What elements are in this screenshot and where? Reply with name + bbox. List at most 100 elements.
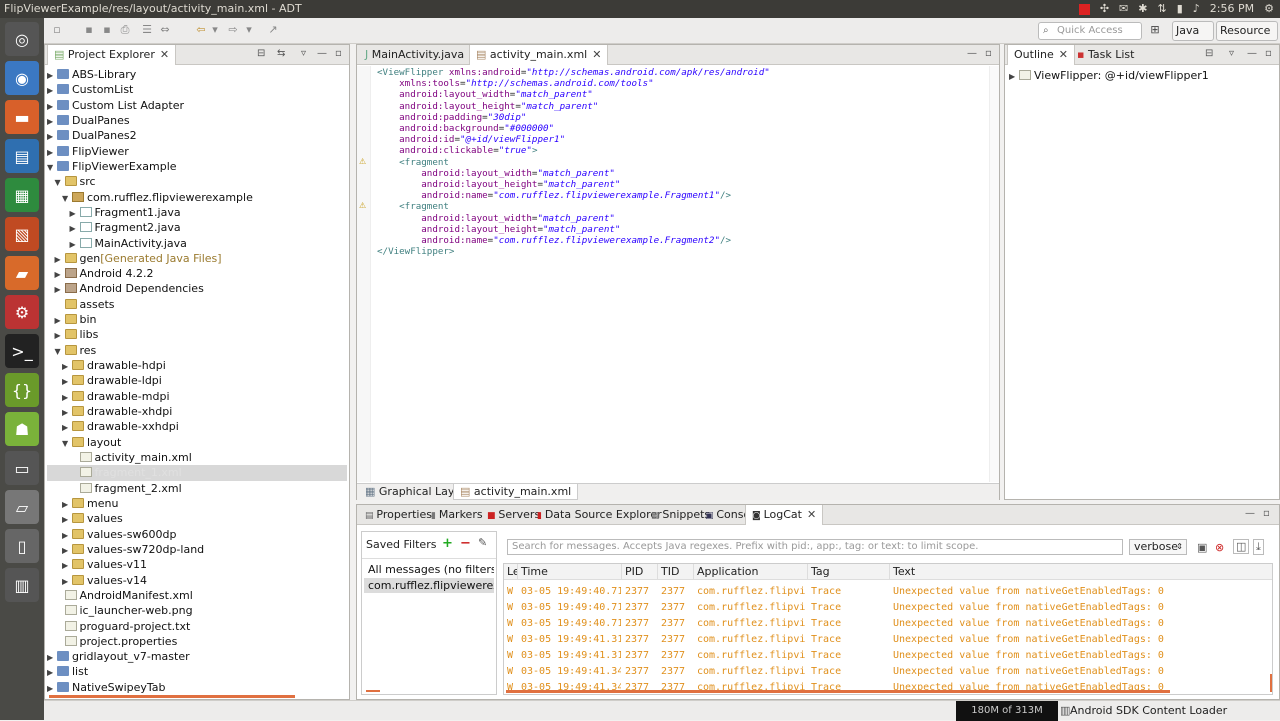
log-row[interactable]: W 03-05 19:49:41.31 2377 2377 com.rufflez.fl… [504,648,1272,664]
column-header[interactable]: Tag [808,564,890,580]
view-menu-icon[interactable]: ▿ [301,48,306,59]
android-icon[interactable]: ☗ [5,412,39,446]
expand-arrow-icon[interactable]: ▶ [55,282,65,297]
log-row[interactable]: W 03-05 19:49:40.71 2377 2377 com.rufflez.fl… [504,616,1272,632]
filter-app[interactable]: com.rufflez.flipviewerexam [364,578,494,594]
toggle-columns-icon[interactable]: ◫ [1233,539,1250,554]
column-header[interactable]: PID [622,564,658,580]
expand-arrow-icon[interactable]: ▶ [70,237,80,252]
expand-arrow-icon[interactable]: ▶ [62,528,72,543]
collapse-arrow-icon[interactable]: ▼ [55,175,65,190]
edit-filter-icon[interactable]: ✎ [478,536,487,549]
add-filter-icon[interactable]: + [442,536,453,551]
column-header[interactable]: Time [518,564,622,580]
minimize-icon[interactable]: — [967,48,977,59]
expand-arrow-icon[interactable]: ▶ [47,114,57,129]
horizontal-scrollbar[interactable] [49,695,295,698]
new-icon[interactable]: ▫ [50,23,64,37]
expand-arrow-icon[interactable]: ▶ [55,328,65,343]
expand-arrow-icon[interactable]: ▶ [47,83,57,98]
tab-markers[interactable]: ▮ Markers [425,505,489,525]
clock[interactable]: 2:56 PM [1210,0,1254,18]
tree-item[interactable]: ▼ res [55,343,97,358]
save-log-icon[interactable]: ▣ [1197,541,1207,554]
warning-icon[interactable]: ⚠ [359,202,366,210]
tree-item[interactable]: ▶ FlipViewer [47,144,129,159]
tab-outline[interactable]: Outline ✕ [1007,45,1076,65]
tree-item[interactable]: ▶ Custom List Adapter [47,98,184,113]
expand-arrow-icon[interactable]: ▶ [47,665,57,680]
outline-root-item[interactable]: ▶ ViewFlipper: @+id/viewFlipper1 [1009,68,1209,83]
collapse-all-icon[interactable]: ⊟ [257,48,265,59]
logcat-hscrollbar[interactable] [506,690,1170,693]
record-icon[interactable] [1078,3,1090,15]
tree-item[interactable]: fragment_1.xml [47,465,347,481]
close-icon[interactable]: ✕ [807,508,816,521]
tree-item[interactable]: ▶ drawable-mdpi [62,389,170,404]
save-all-icon[interactable]: ▪ [100,23,114,37]
expand-arrow-icon[interactable]: ▶ [47,99,57,114]
tree-item[interactable]: ▼ com.rufflez.flipviewerexample [62,190,253,205]
tab-task-list[interactable]: ▪ Task List [1071,45,1140,65]
expand-arrow-icon[interactable]: ▶ [62,420,72,435]
expand-arrow-icon[interactable]: ▶ [62,543,72,558]
save-icon[interactable]: ▪ [82,23,96,37]
collapse-arrow-icon[interactable]: ▼ [55,344,65,359]
expand-arrow-icon[interactable]: ▶ [62,558,72,573]
tree-item[interactable]: ▶ drawable-xhdpi [62,404,172,419]
tree-item[interactable]: ic_launcher-web.png [55,603,193,618]
tree-item[interactable]: ▶ values-v14 [62,573,147,588]
tree-item[interactable]: ▶ values-v11 [62,557,147,572]
expand-arrow-icon[interactable]: ▶ [47,650,57,665]
pin-icon[interactable]: ⇔ [158,23,172,37]
tree-item[interactable]: assets [55,297,115,312]
tree-item[interactable]: project.properties [55,634,177,649]
tree-item[interactable]: ▶ drawable-xxhdpi [62,419,179,434]
settings-icon[interactable]: ⚙ [5,295,39,329]
expand-arrow-icon[interactable]: ▶ [62,359,72,374]
quick-access-input[interactable]: ⌕ Quick Access [1038,22,1142,40]
expand-arrow-icon[interactable]: ▶ [70,206,80,221]
collapse-arrow-icon[interactable]: ▼ [62,436,72,451]
battery-icon[interactable]: ▮ [1177,0,1183,18]
expand-arrow-icon[interactable]: ▶ [47,145,57,160]
tab-activity-main-xml[interactable]: ▤ activity_main.xml ✕ [469,45,609,65]
view-layout-icon[interactable]: ⊟ [1205,48,1213,59]
tree-item[interactable]: ▼ FlipViewerExample [47,159,177,174]
tree-item[interactable]: ▶ drawable-ldpi [62,373,162,388]
tree-item[interactable]: ▶ values-sw720dp-land [62,542,204,557]
mail-icon[interactable]: ✉ [1119,0,1128,18]
close-icon[interactable]: ✕ [592,48,601,61]
minimize-icon[interactable]: — [1247,48,1257,59]
log-level-select[interactable]: verbose ⇕ [1129,539,1187,555]
minimize-icon[interactable]: — [317,48,327,59]
back-icon[interactable]: ⇦ [194,23,208,37]
calc-icon[interactable]: ▦ [5,178,39,212]
network-icon[interactable]: ✣ [1100,0,1109,18]
writer-icon[interactable]: ▤ [5,139,39,173]
power-icon[interactable]: ⚙ [1264,0,1274,18]
bracket-app-icon[interactable]: {} [5,373,39,407]
wifi-icon[interactable]: ⇅ [1157,0,1166,18]
trash-gc-icon[interactable]: ▥ [1060,701,1070,721]
tree-item[interactable]: ▶ menu [62,496,118,511]
logcat-search-input[interactable]: Search for messages. Accepts Java regexe… [507,539,1123,555]
tree-item[interactable]: ▶ gridlayout_v7-master [47,649,190,664]
expand-arrow-icon[interactable]: ▶ [62,405,72,420]
perspective-java-ee[interactable]: Java EE [1172,21,1214,55]
scroll-lock-icon[interactable]: ⤓ [1253,539,1264,555]
column-header[interactable]: Le [504,564,518,580]
clear-log-icon[interactable]: ⊗ [1215,541,1224,554]
collapse-arrow-icon[interactable]: ▼ [62,191,72,206]
tree-item[interactable]: AndroidManifest.xml [55,588,193,603]
tree-item[interactable]: ▶ DualPanes [47,113,130,128]
expand-arrow-icon[interactable]: ▶ [62,390,72,405]
tree-item[interactable]: ▶ drawable-hdpi [62,358,166,373]
maximize-icon[interactable]: ▫ [985,48,992,59]
tree-item[interactable]: ▼ layout [62,435,121,450]
perspective-resource[interactable]: Resource [1216,21,1278,41]
remove-filter-icon[interactable]: − [460,536,471,551]
tree-item[interactable]: ▶ CustomList [47,82,133,97]
collapse-arrow-icon[interactable]: ▼ [47,160,57,175]
maximize-icon[interactable]: ▫ [1265,48,1272,59]
